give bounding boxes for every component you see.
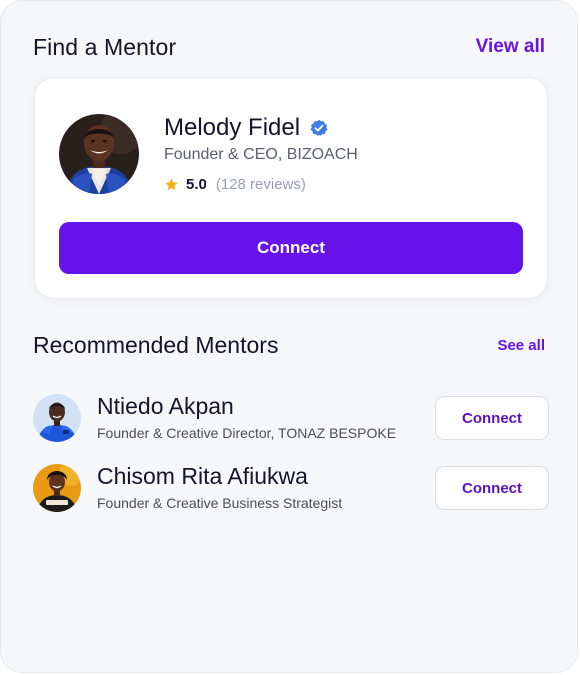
mentor-role: Founder & Creative Director, TONAZ BESPO… [97, 425, 397, 441]
find-mentor-title: Find a Mentor [33, 33, 177, 60]
find-mentor-header: Find a Mentor View all [33, 31, 545, 63]
recommended-mentors-header: Recommended Mentors See all [33, 329, 545, 361]
see-all-link[interactable]: See all [497, 337, 545, 354]
rating-row: 5.0 (128 reviews) [164, 176, 306, 193]
review-count: (128 reviews) [215, 176, 306, 193]
featured-mentor-card: Melody Fidel Founder & CEO, BIZOACH 5.0 … [34, 77, 548, 299]
mentor-name: Ntiedo Akpan [97, 393, 234, 419]
featured-mentor-photo [59, 114, 139, 194]
mentor-avatar [33, 464, 81, 512]
mentor-name: Chisom Rita Afiukwa [97, 463, 308, 489]
featured-mentor-name: Melody Fidel [164, 114, 301, 141]
featured-mentor-avatar [59, 114, 139, 194]
mentor-photo [33, 464, 81, 512]
mentor-row-chisom-rita-afiukwa: Chisom Rita Afiukwa Founder & Creative B… [33, 463, 549, 512]
mentor-row-ntiedo-akpan: Ntiedo Akpan Founder & Creative Director… [33, 393, 549, 442]
connect-button[interactable]: Connect [435, 396, 549, 440]
featured-mentor-role: Founder & CEO, BIZOACH [164, 146, 358, 163]
mentor-role: Founder & Creative Business Strategist [97, 495, 343, 511]
recommended-mentors-title: Recommended Mentors [33, 331, 279, 358]
view-all-link[interactable]: View all [476, 36, 545, 58]
rating-value: 5.0 [186, 176, 207, 193]
star-icon [164, 177, 179, 192]
connect-button[interactable]: Connect [435, 466, 549, 510]
mentor-photo [33, 394, 81, 442]
mentor-panel: Find a Mentor View all Melody Fidel Foun… [0, 0, 578, 673]
verified-badge-icon [310, 119, 328, 137]
mentor-avatar [33, 394, 81, 442]
connect-button-featured[interactable]: Connect [59, 222, 523, 274]
featured-mentor-name-row: Melody Fidel [164, 114, 328, 142]
